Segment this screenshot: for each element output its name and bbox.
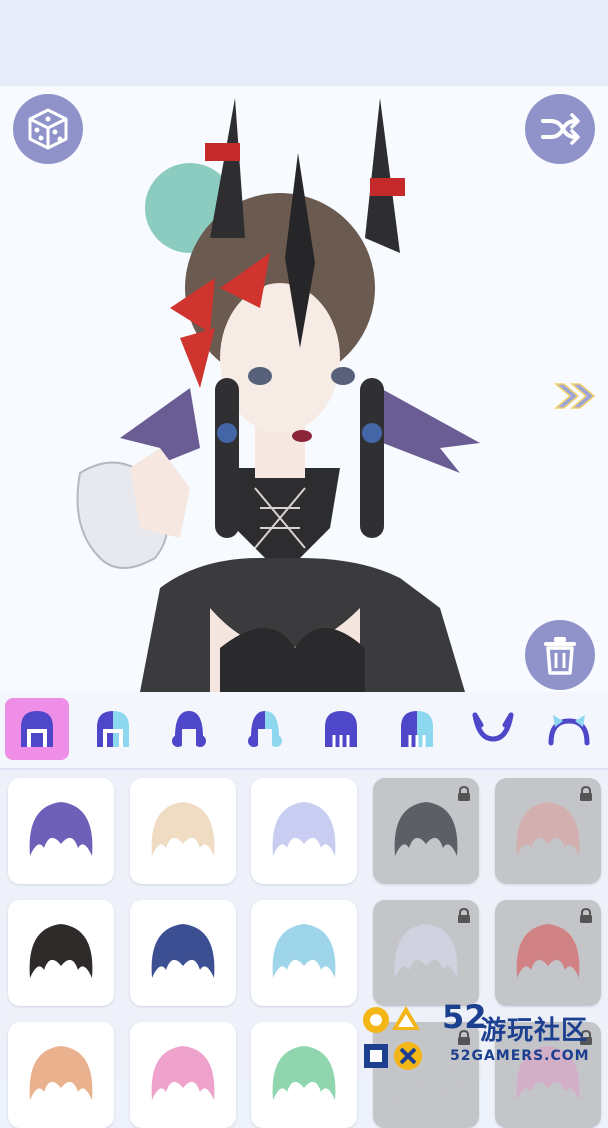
hair-option[interactable] <box>251 1022 357 1128</box>
hair-preview-icon <box>272 1046 336 1100</box>
hair-preview-icon <box>272 802 336 856</box>
hair-preview-icon <box>29 924 93 978</box>
hair-option[interactable] <box>495 900 601 1006</box>
trash-icon <box>544 637 576 675</box>
hair-option[interactable] <box>251 900 357 1006</box>
hair-option[interactable] <box>495 778 601 884</box>
hair-option[interactable] <box>373 900 479 1006</box>
watermark: 52 游玩社区 52GAMERS.COM <box>360 996 608 1080</box>
hair-option[interactable] <box>130 778 236 884</box>
lock-icon <box>580 908 592 923</box>
hair-preview-icon <box>151 802 215 856</box>
double-chevron-right-icon[interactable] <box>552 378 598 414</box>
headband-icon <box>548 715 590 746</box>
tab-horns[interactable] <box>461 698 525 760</box>
hair-preview-icon <box>29 1046 93 1100</box>
hair-long-split-icon <box>401 711 433 747</box>
hair-full-icon <box>21 711 53 747</box>
delete-button[interactable] <box>525 620 595 690</box>
hair-option[interactable] <box>373 778 479 884</box>
watermark-english: 52GAMERS.COM <box>450 1048 590 1064</box>
hair-option[interactable] <box>130 900 236 1006</box>
lock-icon <box>458 786 470 801</box>
tab-hair-long[interactable] <box>309 698 373 760</box>
hair-option[interactable] <box>251 778 357 884</box>
hair-preview-icon <box>272 924 336 978</box>
hair-long-icon <box>325 711 357 747</box>
tab-headband[interactable] <box>537 698 601 760</box>
dice-icon <box>28 108 68 150</box>
category-tabs <box>0 692 608 770</box>
hair-option[interactable] <box>130 1022 236 1128</box>
hair-curly-icon <box>172 711 206 749</box>
hair-preview-icon <box>151 924 215 978</box>
watermark-chinese: 游玩社区 <box>480 1016 589 1046</box>
status-bar-area <box>0 0 608 86</box>
tab-hair-side[interactable] <box>233 698 297 760</box>
avatar-character <box>76 98 480 692</box>
lock-icon <box>580 786 592 801</box>
lock-icon <box>458 908 470 923</box>
hair-preview-icon <box>151 1046 215 1100</box>
horns-icon <box>472 712 514 742</box>
shuffle-button[interactable] <box>525 94 595 164</box>
hair-option[interactable] <box>8 778 114 884</box>
randomize-button[interactable] <box>13 94 83 164</box>
hair-back-icon <box>97 711 129 747</box>
hair-option[interactable] <box>8 900 114 1006</box>
tab-hair-curly[interactable] <box>157 698 221 760</box>
tab-hair-full[interactable] <box>5 698 69 760</box>
tab-hair-back-1[interactable] <box>81 698 145 760</box>
hair-side-icon <box>248 711 282 749</box>
hair-option[interactable] <box>8 1022 114 1128</box>
hair-preview-icon <box>29 802 93 856</box>
watermark-logo-icon <box>363 1006 422 1070</box>
tab-hair-long-split[interactable] <box>385 698 449 760</box>
shuffle-icon <box>541 113 580 145</box>
